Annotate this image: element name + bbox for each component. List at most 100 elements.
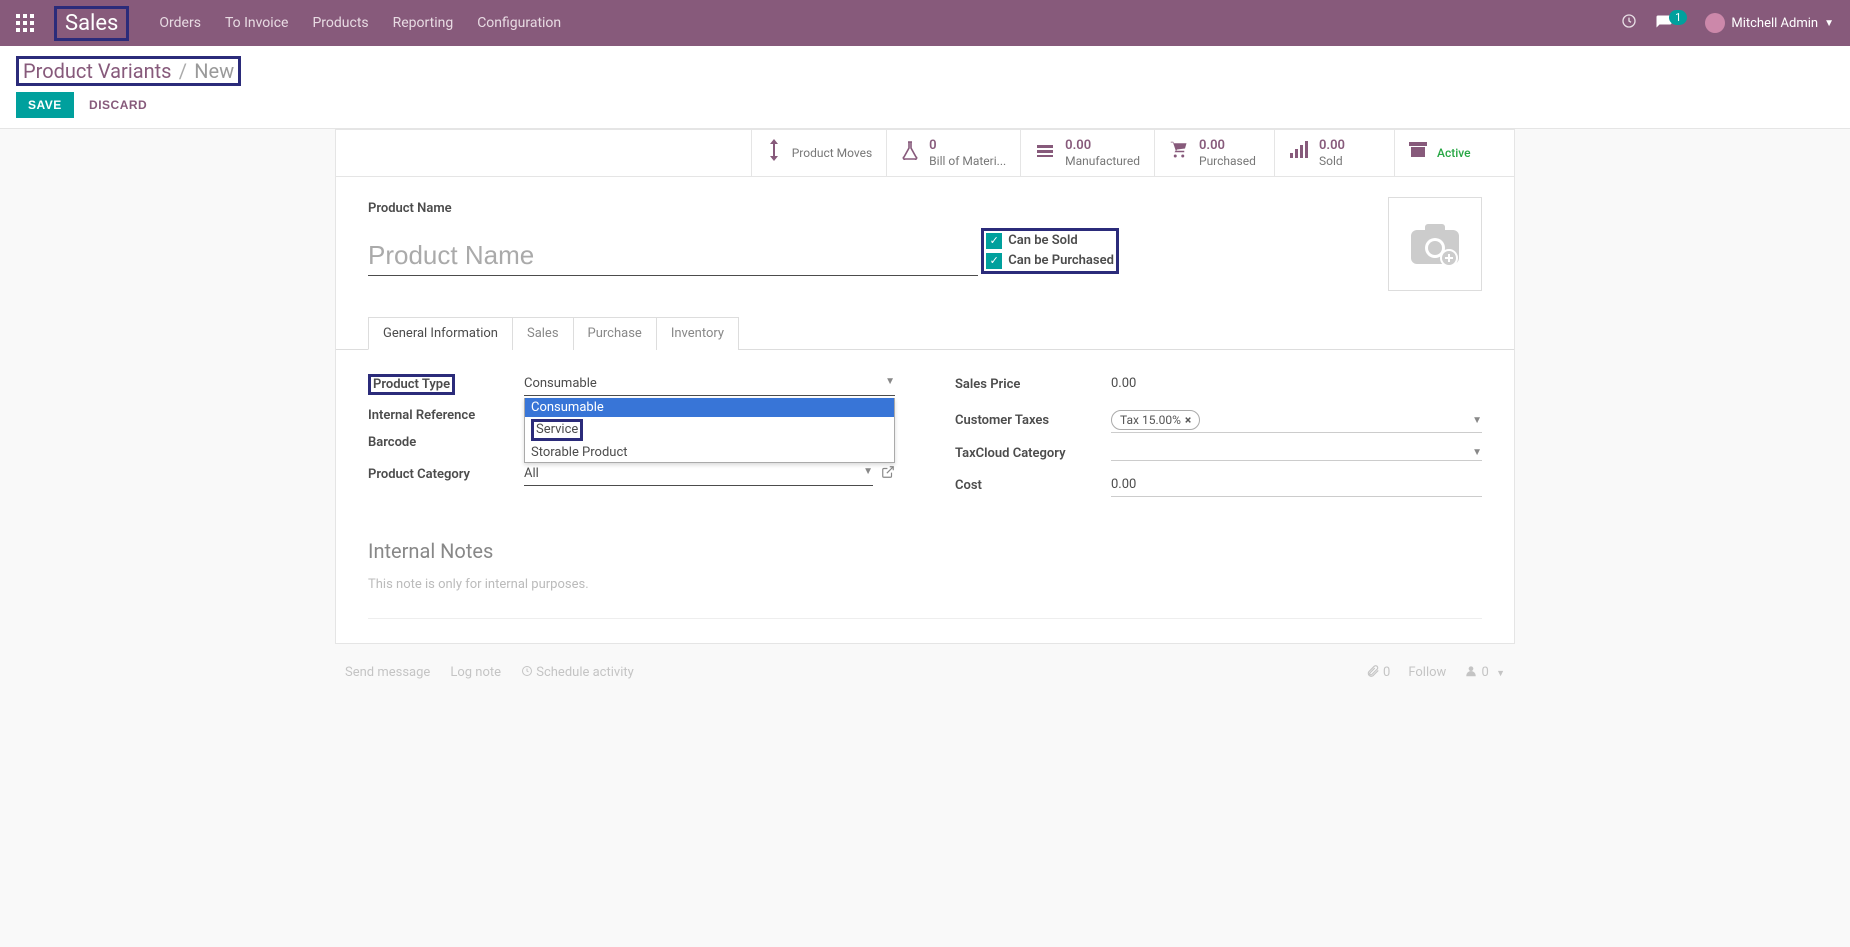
product-category-value: All: [524, 466, 539, 481]
stat-value: 0.00: [1199, 138, 1256, 154]
avatar: [1705, 13, 1725, 33]
stat-label: Active: [1437, 146, 1471, 160]
customer-taxes-field[interactable]: Tax 15.00% × ▼: [1111, 408, 1482, 433]
product-type-value: Consumable: [524, 376, 597, 391]
chatter: Send message Log note Schedule activity …: [335, 664, 1515, 690]
checks-highlight-box: ✓ Can be Sold ✓ Can be Purchased: [981, 228, 1119, 274]
tax-tag-label: Tax 15.00%: [1120, 413, 1181, 427]
tab-purchase[interactable]: Purchase: [573, 317, 657, 350]
log-note-button[interactable]: Log note: [450, 665, 501, 680]
caret-down-icon: ▼: [1496, 669, 1505, 679]
product-type-select[interactable]: Consumable ▼: [524, 372, 895, 396]
product-category-label: Product Category: [368, 467, 524, 482]
follow-button[interactable]: Follow: [1408, 665, 1446, 680]
breadcrumb-current: New: [194, 59, 234, 83]
tabs: General Information Sales Purchase Inven…: [336, 316, 1514, 350]
caret-down-icon: ▼: [1824, 18, 1834, 29]
arrows-vertical-icon: [766, 139, 782, 166]
image-upload[interactable]: [1388, 197, 1482, 291]
tab-general-information[interactable]: General Information: [368, 317, 513, 350]
caret-down-icon: ▼: [1472, 415, 1482, 426]
brand-highlight-box: Sales: [54, 6, 129, 41]
flask-icon: [901, 140, 919, 165]
nav-orders[interactable]: Orders: [159, 15, 201, 31]
internal-notes-input[interactable]: This note is only for internal purposes.: [368, 577, 1482, 619]
can-be-purchased-label: Can be Purchased: [1008, 253, 1114, 268]
caret-down-icon: ▼: [863, 466, 873, 481]
followers-button[interactable]: 0 ▼: [1464, 664, 1505, 680]
product-name-label: Product Name: [368, 201, 1482, 216]
nav-products[interactable]: Products: [312, 15, 368, 31]
attach-count: 0: [1383, 665, 1390, 680]
dropdown-item-consumable[interactable]: Consumable: [525, 398, 894, 417]
stat-manufactured[interactable]: 0.00 Manufactured: [1020, 130, 1154, 176]
cost-value[interactable]: 0.00: [1111, 473, 1482, 497]
taxcloud-field[interactable]: ▼: [1111, 445, 1482, 461]
form-sheet: Product Moves 0 Bill of Materi... 0.00 M…: [335, 129, 1515, 644]
schedule-activity-button[interactable]: Schedule activity: [521, 665, 634, 680]
stat-label: Product Moves: [792, 146, 872, 160]
breadcrumb-sep: /: [179, 59, 187, 83]
caret-down-icon: ▼: [885, 376, 895, 391]
stat-active[interactable]: Active: [1394, 130, 1514, 176]
nav-items: Orders To Invoice Products Reporting Con…: [159, 15, 1621, 31]
dropdown-item-storable[interactable]: Storable Product: [525, 443, 894, 462]
attachments-button[interactable]: 0: [1366, 664, 1391, 680]
caret-down-icon: ▼: [1472, 447, 1482, 458]
dropdown-item-service[interactable]: Service: [525, 417, 894, 443]
stat-sold[interactable]: 0.00 Sold: [1274, 130, 1394, 176]
nav-configuration[interactable]: Configuration: [477, 15, 561, 31]
topbar-right: 1 Mitchell Admin ▼: [1621, 13, 1834, 33]
sales-price-value[interactable]: 0.00: [1111, 372, 1482, 396]
tax-tag: Tax 15.00% ×: [1111, 410, 1200, 430]
stat-bom[interactable]: 0 Bill of Materi...: [886, 130, 1020, 176]
taxcloud-label: TaxCloud Category: [955, 446, 1111, 461]
breadcrumb-parent[interactable]: Product Variants: [23, 59, 171, 83]
can-be-purchased-checkbox[interactable]: ✓: [986, 253, 1002, 269]
internal-reference-label: Internal Reference: [368, 408, 524, 423]
chat-count: 1: [1669, 10, 1687, 25]
product-type-dropdown: Consumable Service Storable Product: [524, 398, 895, 463]
nav-to-invoice[interactable]: To Invoice: [225, 15, 289, 31]
stat-label: Sold: [1319, 154, 1345, 168]
product-category-select[interactable]: All ▼: [524, 462, 873, 486]
remove-tag-icon[interactable]: ×: [1185, 413, 1191, 427]
chat-icon[interactable]: 1: [1655, 14, 1687, 32]
stat-purchased[interactable]: 0.00 Purchased: [1154, 130, 1274, 176]
barcode-label: Barcode: [368, 435, 524, 450]
can-be-sold-label: Can be Sold: [1008, 233, 1078, 248]
stat-label: Bill of Materi...: [929, 154, 1006, 168]
user-menu[interactable]: Mitchell Admin ▼: [1705, 13, 1834, 33]
tab-sales[interactable]: Sales: [512, 317, 574, 350]
stat-label: Purchased: [1199, 154, 1256, 168]
stat-value: 0: [929, 138, 1006, 154]
breadcrumb-highlight-box: Product Variants / New: [16, 56, 241, 86]
apps-icon[interactable]: [16, 14, 34, 32]
customer-taxes-label: Customer Taxes: [955, 413, 1111, 428]
can-be-sold-checkbox[interactable]: ✓: [986, 233, 1002, 249]
product-type-label: Product Type: [368, 374, 455, 395]
send-message-button[interactable]: Send message: [345, 665, 430, 680]
stat-product-moves[interactable]: Product Moves: [751, 130, 886, 176]
cost-label: Cost: [955, 478, 1111, 493]
stat-value: 0.00: [1319, 138, 1345, 154]
stat-buttons: Product Moves 0 Bill of Materi... 0.00 M…: [336, 130, 1514, 177]
schedule-label: Schedule activity: [536, 665, 634, 680]
stat-label: Manufactured: [1065, 154, 1140, 168]
service-highlight-box: Service: [531, 419, 583, 441]
cart-icon: [1169, 141, 1189, 164]
sales-price-label: Sales Price: [955, 377, 1111, 392]
product-name-input[interactable]: [368, 236, 978, 276]
user-name: Mitchell Admin: [1731, 16, 1818, 31]
save-button[interactable]: SAVE: [16, 92, 74, 118]
followers-count: 0: [1482, 665, 1489, 680]
brand-label[interactable]: Sales: [65, 11, 118, 36]
stat-value: 0.00: [1065, 138, 1140, 154]
tab-inventory[interactable]: Inventory: [656, 317, 739, 350]
bar-chart-icon: [1289, 141, 1309, 164]
clock-icon[interactable]: [1621, 13, 1637, 33]
breadcrumb-row: Product Variants / New: [0, 46, 1850, 92]
external-link-icon[interactable]: [881, 465, 895, 483]
nav-reporting[interactable]: Reporting: [393, 15, 454, 31]
discard-button[interactable]: DISCARD: [77, 92, 159, 118]
